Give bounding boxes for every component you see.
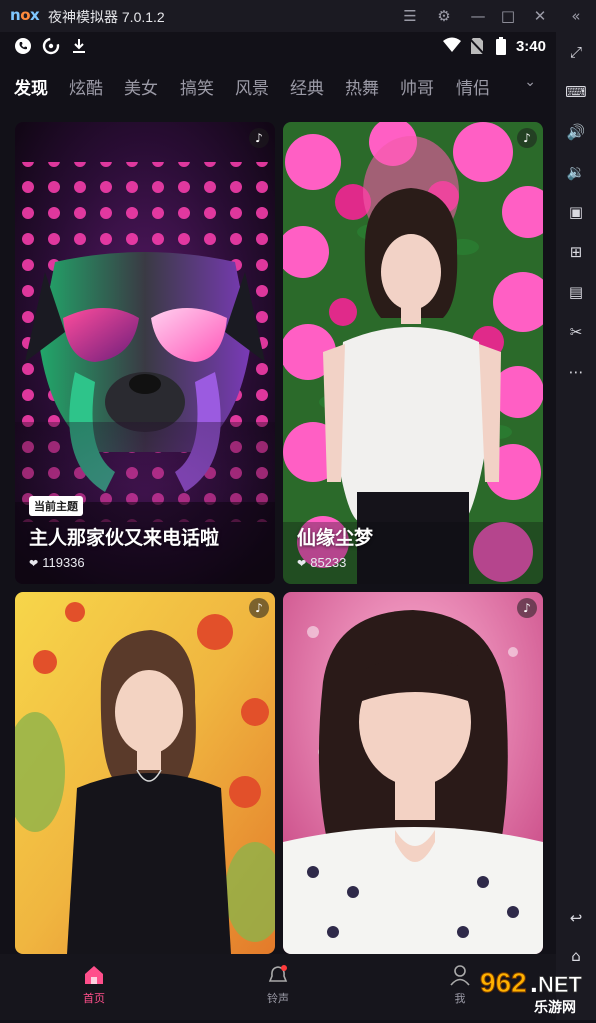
music-note-icon[interactable]: ♪ bbox=[517, 128, 537, 148]
tab-funny[interactable]: 搞笑 bbox=[180, 74, 214, 99]
watermark-962-net: 962 . NET 乐游网 bbox=[476, 962, 596, 1018]
more-icon[interactable]: ⋯ bbox=[564, 360, 588, 384]
nav-ringtone-label: 铃声 bbox=[267, 993, 289, 1005]
svg-text:乐游网: 乐游网 bbox=[534, 999, 576, 1016]
profile-icon bbox=[450, 965, 470, 986]
keyboard-icon[interactable]: ⌨ bbox=[564, 80, 588, 104]
wallpaper-card-floral[interactable]: ♪ bbox=[283, 592, 543, 954]
tab-discover[interactable]: 发现 bbox=[14, 74, 48, 99]
wallpaper-card-flowers[interactable]: ♪ 仙缘尘梦 ❤ 85233 bbox=[283, 122, 543, 584]
menu-icon[interactable]: ☰ bbox=[398, 4, 422, 28]
maximize-icon[interactable]: □ bbox=[496, 4, 520, 28]
heart-icon: ❤ bbox=[297, 557, 307, 570]
volume-up-icon[interactable]: 🔊 bbox=[564, 120, 588, 144]
emulator-title: 夜神模拟器 7.0.1.2 bbox=[48, 9, 165, 25]
swirl-icon bbox=[42, 37, 60, 55]
back-icon[interactable]: ↩ bbox=[564, 906, 588, 930]
floral-wallpaper-image bbox=[283, 592, 543, 954]
music-note-icon[interactable]: ♪ bbox=[249, 598, 269, 618]
apk-install-icon[interactable]: ⊞ bbox=[564, 240, 588, 264]
volume-down-icon[interactable]: 🔉 bbox=[564, 160, 588, 184]
tab-scenery[interactable]: 风景 bbox=[235, 74, 269, 99]
tab-cool[interactable]: 炫酷 bbox=[69, 74, 103, 99]
wallpaper-card-pug[interactable]: ♪ 当前主题 主人那家伙又来电话啦 ❤ 119336 bbox=[15, 122, 275, 584]
svg-text:NET: NET bbox=[538, 972, 583, 997]
music-note-icon[interactable]: ♪ bbox=[517, 598, 537, 618]
nav-ringtone[interactable]: 铃声 bbox=[238, 964, 318, 1006]
battery-icon bbox=[492, 37, 510, 55]
fullscreen-icon[interactable]: ⤢ bbox=[564, 40, 588, 64]
phone-icon bbox=[14, 37, 32, 55]
like-count: ❤ 85233 bbox=[297, 555, 347, 570]
download-icon bbox=[70, 37, 88, 55]
phone-screen: 3:40 发现 炫酷 美女 搞笑 风景 经典 热舞 帅哥 情侣 ⌄ ♪ 当前主题… bbox=[0, 32, 556, 1020]
multi-instance-icon[interactable]: ▤ bbox=[564, 280, 588, 304]
autumn-wallpaper-image bbox=[15, 592, 275, 954]
status-bar: 3:40 bbox=[0, 32, 556, 62]
tab-dance[interactable]: 热舞 bbox=[345, 74, 379, 99]
music-note-icon[interactable]: ♪ bbox=[249, 128, 269, 148]
heart-icon: ❤ bbox=[29, 557, 39, 570]
bell-icon bbox=[268, 965, 288, 982]
wifi-icon bbox=[442, 37, 461, 55]
nav-home-label: 首页 bbox=[83, 993, 105, 1005]
emulator-sidebar: ⤢ ⌨ 🔊 🔉 ▣ ⊞ ▤ ✂ ⋯ ↩ ⌂ bbox=[556, 32, 596, 1020]
clock: 3:40 bbox=[515, 38, 546, 55]
collapse-sidebar-icon[interactable]: « bbox=[564, 4, 588, 28]
settings-icon[interactable]: ⚙ bbox=[432, 4, 456, 28]
minimize-icon[interactable]: — bbox=[466, 4, 490, 28]
svg-text:962: 962 bbox=[480, 967, 527, 998]
close-icon[interactable]: ✕ bbox=[528, 4, 552, 28]
category-tabs: 发现 炫酷 美女 搞笑 风景 经典 热舞 帅哥 情侣 ⌄ bbox=[0, 74, 556, 104]
flower-wallpaper-image bbox=[283, 122, 543, 584]
screen-icon[interactable]: ▣ bbox=[564, 200, 588, 224]
nav-home[interactable]: 首页 bbox=[54, 964, 134, 1006]
nox-logo: nox bbox=[10, 6, 40, 24]
home-icon bbox=[85, 966, 103, 984]
tab-classic[interactable]: 经典 bbox=[290, 74, 324, 99]
wallpaper-card-autumn[interactable]: ♪ bbox=[15, 592, 275, 954]
tab-couple[interactable]: 情侣 bbox=[456, 74, 490, 99]
chevron-down-icon[interactable]: ⌄ bbox=[524, 74, 536, 90]
current-theme-badge: 当前主题 bbox=[29, 496, 83, 516]
card-title: 主人那家伙又来电话啦 bbox=[29, 528, 220, 549]
tab-beauty[interactable]: 美女 bbox=[124, 74, 158, 99]
no-sim-icon bbox=[468, 37, 486, 55]
tab-handsome[interactable]: 帅哥 bbox=[400, 74, 434, 99]
like-count: ❤ 119336 bbox=[29, 555, 85, 570]
scissors-icon[interactable]: ✂ bbox=[564, 320, 588, 344]
card-title: 仙缘尘梦 bbox=[297, 528, 374, 549]
bottom-navigation: 首页 铃声 我 bbox=[0, 954, 556, 1020]
svg-text:.: . bbox=[530, 967, 538, 998]
emulator-title-bar: nox 夜神模拟器 7.0.1.2 ☰ ⚙ — □ ✕ « bbox=[0, 0, 596, 32]
